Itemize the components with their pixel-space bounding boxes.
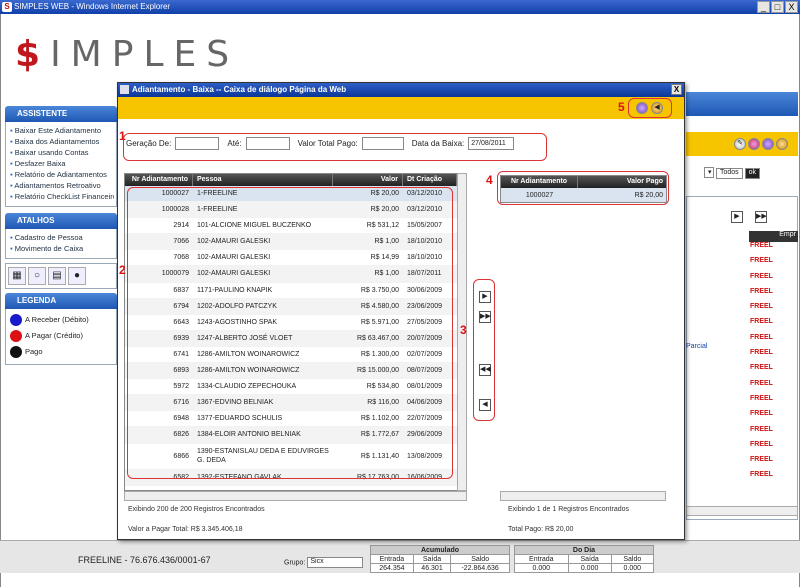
selected-hscroll[interactable] bbox=[500, 491, 666, 501]
ie-icon: S bbox=[2, 2, 12, 12]
move-one-left-button[interactable]: ◀ bbox=[479, 399, 491, 411]
confirm-icon[interactable] bbox=[636, 102, 648, 114]
bg-purple-icon[interactable] bbox=[762, 138, 774, 150]
dialog-icon bbox=[120, 85, 129, 94]
sidebar-item-baixa-adiantamentos[interactable]: Baixa dos Adiantamentos bbox=[10, 136, 114, 147]
valor-total-input[interactable] bbox=[361, 137, 404, 150]
move-all-right-button[interactable]: ▶▶ bbox=[479, 311, 491, 323]
geracao-de-input[interactable] bbox=[175, 137, 220, 150]
geracao-label: Geração De: bbox=[126, 139, 172, 148]
bg-blue-banner bbox=[686, 92, 798, 116]
sidebar: ASSISTENTE Baixar Este Adiantamento Baix… bbox=[5, 106, 117, 365]
grid-total: Valor a Pagar Total: R$ 3.345.406,18 bbox=[128, 526, 243, 533]
bg-pink-icon[interactable] bbox=[748, 138, 760, 150]
window-title: SIMPLES WEB - Windows Internet Explorer bbox=[14, 2, 171, 11]
sidebar-item-cadastro-pessoa[interactable]: Cadastro de Pessoa bbox=[10, 232, 114, 243]
bg-parcial-text: Parcial bbox=[686, 343, 708, 350]
selected-grid-header: Nr Adiantamento Valor Pago bbox=[501, 176, 666, 188]
data-baixa-input[interactable]: 27/08/2011 bbox=[468, 137, 515, 150]
grid-header: Nr Adiantamento Pessoa Valor Dt Criação bbox=[125, 174, 463, 186]
sidebar-item-baixar-contas[interactable]: Baixar usando Contas bbox=[10, 147, 114, 158]
header-pessoa[interactable]: Pessoa bbox=[193, 174, 333, 186]
grupo-filter: Grupo: Sicx bbox=[284, 557, 364, 568]
selected-total: Total Pago: R$ 20,00 bbox=[508, 526, 574, 533]
highlight-2 bbox=[127, 187, 453, 479]
atalhos-header: ATALHOS bbox=[5, 213, 117, 229]
bg-yellow-bar: ✎ bbox=[686, 132, 798, 156]
data-baixa-label: Data da Baixa: bbox=[411, 139, 465, 148]
calendar-icon[interactable]: ▤ bbox=[48, 267, 66, 285]
badge-5: 5 bbox=[618, 100, 625, 114]
header-valor-pago[interactable]: Valor Pago bbox=[578, 176, 666, 188]
bg-next-button[interactable]: ▶ bbox=[731, 211, 743, 223]
dialog-titlebar: Adiantamento - Baixa -- Caixa de diálogo… bbox=[118, 83, 684, 97]
legend-pagar: A Pagar (Crédito) bbox=[10, 328, 114, 344]
filters-row: Geração De: Até: Valor Total Pago: Data … bbox=[126, 137, 515, 150]
acumulado-table: Acumulado Entrada Saída Saldo 264.354 46.30… bbox=[370, 545, 510, 573]
bg-tool-icon[interactable]: ✎ bbox=[734, 138, 746, 150]
status-bar: FREELINE - 76.676.436/0001-67 Grupo: Sic… bbox=[0, 540, 800, 573]
bg-todos-select[interactable]: Todos bbox=[715, 168, 743, 179]
dialog-close-button[interactable]: X bbox=[671, 84, 682, 95]
sidebar-item-checklist[interactable]: Relatório CheckList Financeiro bbox=[10, 191, 114, 202]
company-name: FREELINE - 76.676.436/0001-67 bbox=[78, 555, 211, 565]
black-dot-icon bbox=[10, 346, 22, 358]
dialog-toolbar: 5 ◀ bbox=[118, 97, 684, 119]
ate-label: Até: bbox=[227, 139, 242, 148]
adiantamento-dialog: Adiantamento - Baixa -- Caixa de diálogo… bbox=[117, 82, 685, 540]
header-nr-adiantamento[interactable]: Nr Adiantamento bbox=[501, 176, 579, 188]
bg-last-button[interactable]: ▶▶ bbox=[755, 211, 767, 223]
back-icon[interactable]: ◀ bbox=[651, 102, 663, 114]
header-dt-criacao[interactable]: Dt Criação bbox=[403, 174, 457, 186]
assistente-header: ASSISTENTE bbox=[5, 106, 117, 122]
blue-dot-icon bbox=[10, 314, 22, 326]
legenda-header: LEGENDA bbox=[5, 293, 117, 309]
header-valor[interactable]: Valor bbox=[333, 174, 403, 186]
move-all-left-button[interactable]: ◀◀ bbox=[479, 364, 491, 376]
bg-freel-rows: FREEL FREEL FREEL FREEL FREEL FREEL FREEL FREEL… bbox=[750, 242, 773, 479]
selected-count: Exibindo 1 de 1 Registros Encontrados bbox=[508, 506, 630, 513]
dialog-title: Adiantamento - Baixa -- Caixa de diálogo… bbox=[132, 85, 347, 94]
close-window-button[interactable]: X bbox=[785, 1, 798, 13]
grid-hscroll[interactable] bbox=[124, 491, 467, 501]
bg-filter: ▾ Todos ok bbox=[704, 167, 760, 179]
valor-total-label: Valor Total Pago: bbox=[297, 139, 358, 148]
sidebar-item-retroativo[interactable]: Adiantamentos Retroativo bbox=[10, 180, 114, 191]
move-one-right-button[interactable]: ▶ bbox=[479, 291, 491, 303]
sidebar-item-movimento-caixa[interactable]: Movimento de Caixa bbox=[10, 243, 114, 254]
badge-3: 3 bbox=[460, 323, 467, 337]
minimize-button[interactable]: _ bbox=[757, 1, 770, 13]
grid-count: Exibindo 200 de 200 Registros Encontrado… bbox=[128, 506, 265, 513]
header-nr[interactable]: Nr Adiantamento bbox=[125, 174, 193, 186]
user-icon[interactable]: ● bbox=[68, 267, 86, 285]
maximize-button[interactable]: □ bbox=[771, 1, 784, 13]
highlight-5 bbox=[628, 98, 672, 118]
ate-input[interactable] bbox=[245, 137, 290, 150]
bg-ok-button[interactable]: ok bbox=[744, 168, 760, 179]
dodia-table: Do Dia Entrada Saída Saldo 0.000 0.000 0.000 bbox=[514, 545, 655, 573]
sidebar-item-baixar-este[interactable]: Baixar Este Adiantamento bbox=[10, 125, 114, 136]
simples-logo: $IMPLES bbox=[15, 34, 240, 75]
calculator-icon[interactable]: ▦ bbox=[8, 267, 26, 285]
bg-hscroll[interactable] bbox=[686, 506, 798, 516]
legend-receber: A Receber (Débito) bbox=[10, 312, 114, 328]
search-icon[interactable]: ○ bbox=[28, 267, 46, 285]
bg-panel: ▶ ▶▶ Empr bbox=[686, 196, 798, 520]
legend-pago: Pago bbox=[10, 344, 114, 360]
bg-orange-icon[interactable] bbox=[776, 138, 788, 150]
window-titlebar: S SIMPLES WEB - Windows Internet Explore… bbox=[0, 0, 800, 14]
badge-2: 2 bbox=[119, 263, 126, 277]
selected-grid: Nr Adiantamento Valor Pago 1000027 R$ 20… bbox=[500, 175, 667, 203]
sidebar-item-relatorio-adiantamentos[interactable]: Relatório de Adiantamentos bbox=[10, 169, 114, 180]
tool-row: ▦ ○ ▤ ● bbox=[5, 263, 117, 289]
badge-4: 4 bbox=[486, 173, 493, 187]
sidebar-item-desfazer-baixa[interactable]: Desfazer Baixa bbox=[10, 158, 114, 169]
grupo-select[interactable]: Sicx bbox=[307, 557, 364, 568]
table-row[interactable]: 1000027 R$ 20,00 bbox=[501, 188, 666, 202]
bg-dropdown-1[interactable]: ▾ bbox=[704, 167, 714, 178]
red-dot-icon bbox=[10, 330, 22, 342]
